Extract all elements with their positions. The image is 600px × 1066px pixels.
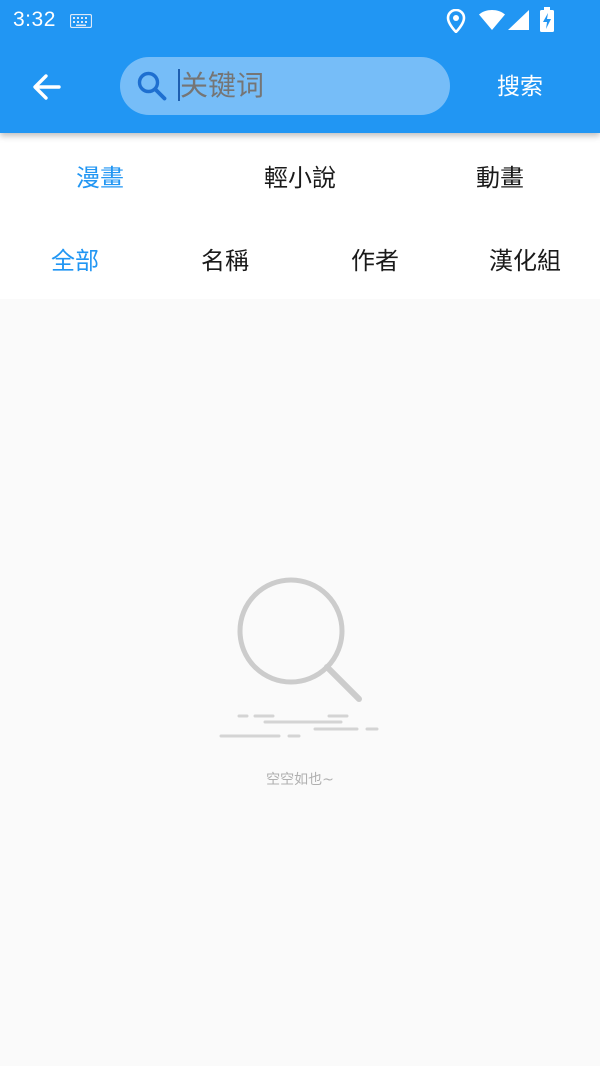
keyboard-icon <box>69 13 93 32</box>
filter-tab-author[interactable]: 作者 <box>300 217 450 299</box>
wifi-icon <box>479 9 505 35</box>
results-area[interactable]: 空空如也~ <box>0 299 600 1066</box>
arrow-left-icon <box>33 74 61 100</box>
search-button[interactable]: 搜索 <box>474 62 566 112</box>
location-icon <box>446 8 466 37</box>
category-tabs: 漫畫 輕小說 動畫 <box>0 133 600 217</box>
search-icon <box>136 70 168 106</box>
signal-icon <box>506 9 530 35</box>
magnifier-illustration-icon <box>217 571 387 745</box>
search-input[interactable] <box>180 57 430 115</box>
filter-tab-name[interactable]: 名稱 <box>150 217 300 299</box>
battery-charging-icon <box>539 7 555 37</box>
tab-manga[interactable]: 漫畫 <box>0 133 200 217</box>
search-field[interactable] <box>120 57 450 115</box>
filter-tabs: 全部 名稱 作者 漢化組 <box>0 217 600 299</box>
status-bar: 3:32 <box>0 0 600 40</box>
filter-tab-translation-group[interactable]: 漢化組 <box>450 217 600 299</box>
filter-tab-all[interactable]: 全部 <box>0 217 150 299</box>
tab-light-novel[interactable]: 輕小說 <box>200 133 400 217</box>
app-bar: 3:32 搜索 <box>0 0 600 133</box>
back-button[interactable] <box>28 68 66 106</box>
tab-anime[interactable]: 動畫 <box>400 133 600 217</box>
status-time: 3:32 <box>13 8 56 31</box>
empty-state-message: 空空如也~ <box>266 772 334 788</box>
